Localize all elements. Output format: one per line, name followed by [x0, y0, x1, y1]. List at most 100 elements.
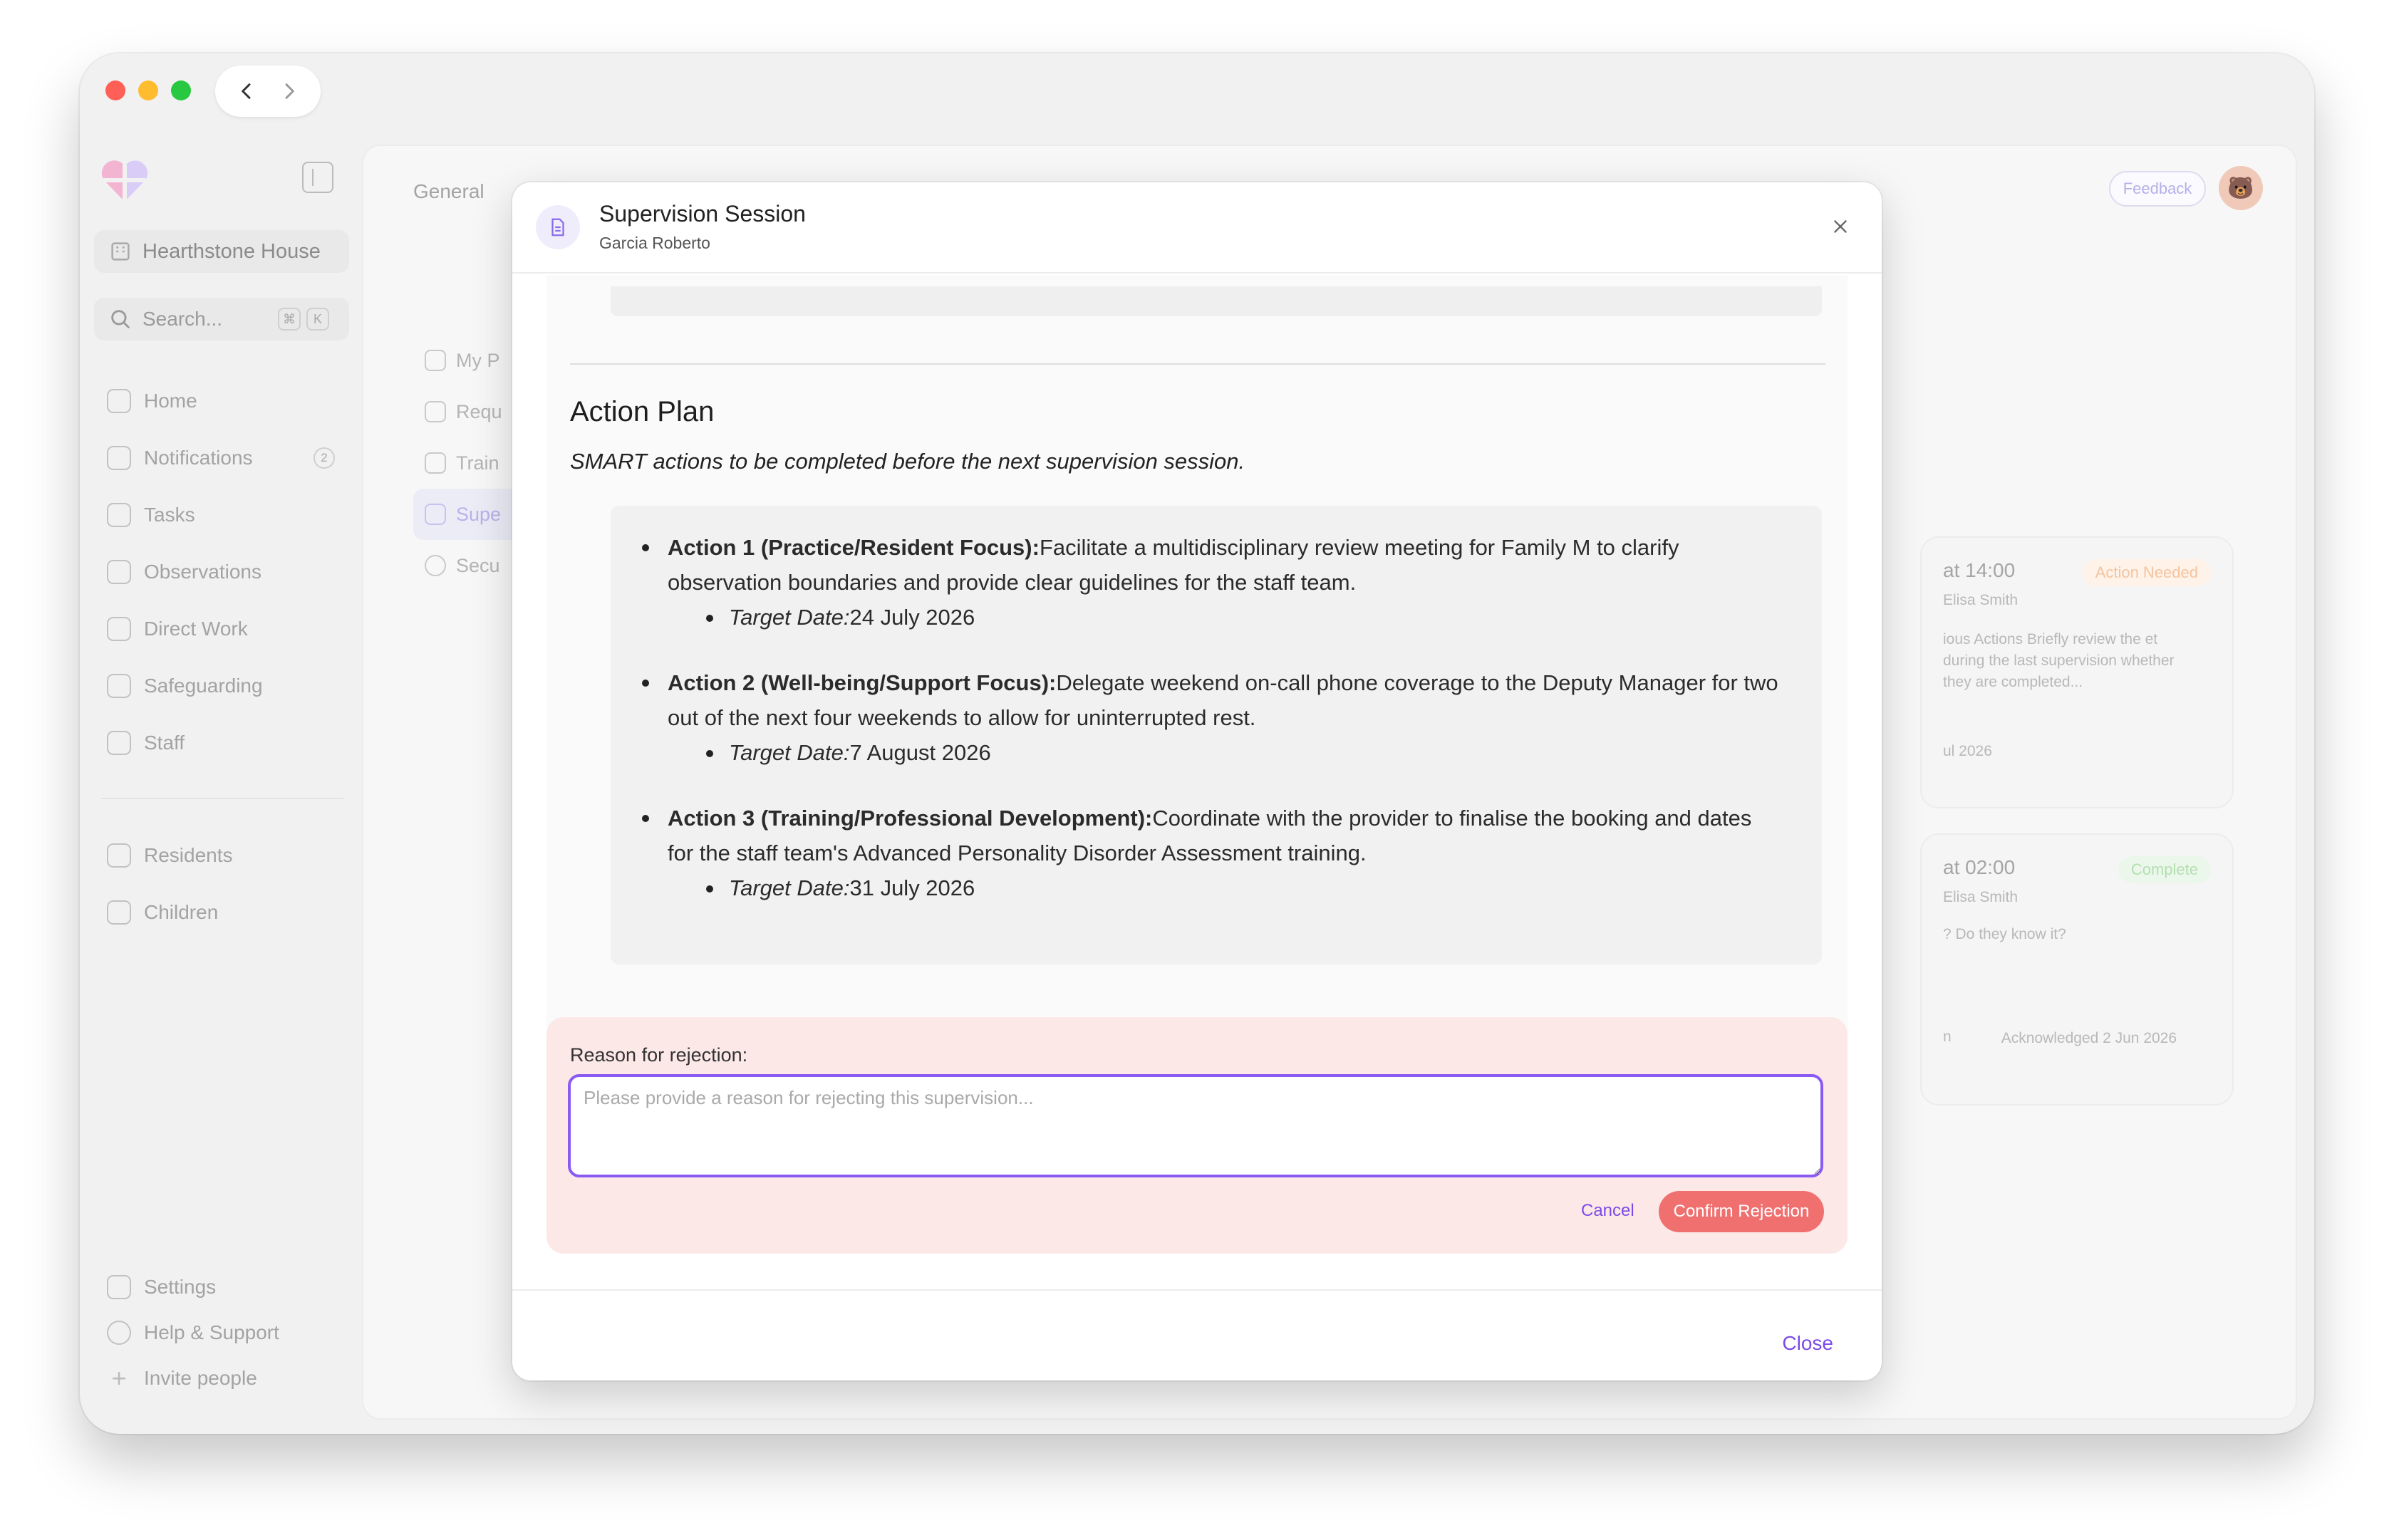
- kbd-k: K: [306, 308, 329, 331]
- close-button[interactable]: Close: [1782, 1332, 1833, 1355]
- home-icon: [107, 389, 131, 413]
- card-date: ul 2026: [1943, 743, 1992, 759]
- rejection-label: Reason for rejection:: [570, 1044, 748, 1066]
- target-value: 7 August 2026: [849, 740, 991, 765]
- sidebar-item-label: Direct Work: [144, 618, 248, 640]
- target-value: 24 July 2026: [849, 605, 975, 630]
- modal-subtitle: Garcia Roberto: [599, 234, 710, 252]
- section-title: Action Plan: [570, 396, 715, 427]
- sidebar-groups: Residents Children: [94, 827, 349, 941]
- section-divider: [570, 363, 1825, 365]
- notification-count-badge: 2: [314, 447, 335, 469]
- clipboard-icon: [425, 401, 446, 422]
- sidebar-item-label: Home: [144, 390, 197, 412]
- sidebar-item-safeguarding[interactable]: Safeguarding: [94, 657, 349, 714]
- sidebar-item-label: Help & Support: [144, 1321, 279, 1343]
- sidebar-item-label: Residents: [144, 844, 233, 866]
- acknowledged-text: Acknowledged 2 Jun 2026: [2001, 1030, 2177, 1046]
- target-label: Target Date:: [729, 875, 850, 900]
- house-name: Hearthstone House: [142, 239, 321, 263]
- supervision-modal: Supervision Session Garcia Roberto Actio…: [512, 182, 1882, 1380]
- sidebar-item-help[interactable]: Help & Support: [94, 1310, 349, 1356]
- rejection-panel: Reason for rejection: Cancel Confirm Rej…: [546, 1017, 1848, 1254]
- help-circle-icon: [107, 1321, 131, 1345]
- supervision-card[interactable]: at 14:00 Elisa Smith Action Needed ious …: [1920, 536, 2234, 808]
- sidebar-bottom: Settings Help & Support + Invite people: [94, 1264, 349, 1401]
- sidebar-item-label: Staff: [144, 732, 185, 754]
- gear-icon: [107, 1275, 131, 1299]
- target-date: Target Date:24 July 2026: [706, 600, 1779, 635]
- action-label: Action 2 (Well-being/Support Focus):: [668, 670, 1057, 695]
- modal-title: Supervision Session: [599, 201, 806, 227]
- sidebar-item-observations[interactable]: Observations: [94, 543, 349, 600]
- card-person: Elisa Smith: [1943, 889, 2019, 905]
- house-selector[interactable]: Hearthstone House: [94, 230, 349, 273]
- list-item: Action 1 (Practice/Resident Focus):Facil…: [642, 530, 1779, 635]
- sidebar-item-label: Observations: [144, 561, 261, 583]
- subnav-label: Train: [456, 452, 499, 474]
- graduation-cap-icon: [107, 617, 131, 641]
- status-badge: Action Needed: [2082, 559, 2211, 586]
- sidebar-item-label: Invite people: [144, 1367, 257, 1389]
- sidebar-item-settings[interactable]: Settings: [94, 1264, 349, 1310]
- sidebar-item-notifications[interactable]: Notifications 2: [94, 430, 349, 487]
- search-placeholder: Search...: [142, 308, 223, 330]
- list-item: Action 3 (Training/Professional Developm…: [642, 801, 1779, 906]
- plus-icon: +: [111, 1363, 127, 1393]
- supervision-card[interactable]: at 02:00 Elisa Smith Complete ? Do they …: [1920, 833, 2234, 1105]
- modal-footer-divider: [512, 1289, 1882, 1291]
- feedback-button[interactable]: Feedback: [2109, 171, 2206, 207]
- cancel-button[interactable]: Cancel: [1581, 1201, 1634, 1221]
- pencil-icon: [107, 503, 131, 527]
- building-icon: [111, 242, 130, 261]
- modal-header: Supervision Session Garcia Roberto: [512, 182, 1882, 274]
- sidebar-item-children[interactable]: Children: [94, 884, 349, 941]
- card-person: Elisa Smith: [1943, 592, 2019, 608]
- card-text: ? Do they know it?: [1943, 926, 2066, 942]
- section-subtitle: SMART actions to be completed before the…: [570, 449, 1245, 474]
- sidebar-item-label: Children: [144, 901, 219, 923]
- app-window: Hearthstone House Search... ⌘ K Home Not…: [80, 53, 2314, 1434]
- sidebar-divider: [101, 798, 343, 799]
- search-input[interactable]: Search... ⌘ K: [94, 298, 349, 340]
- kbd-command: ⌘: [278, 308, 301, 331]
- sidebar-item-label: Settings: [144, 1276, 217, 1298]
- tab-general[interactable]: General: [413, 180, 484, 203]
- user-icon: [425, 350, 446, 371]
- subnav-label: Supe: [456, 503, 502, 525]
- subnav-label: Secu: [456, 554, 500, 576]
- shield-icon: [107, 674, 131, 698]
- action-label: Action 3 (Training/Professional Developm…: [668, 806, 1153, 831]
- collapse-sidebar-button[interactable]: [302, 162, 333, 193]
- sidebar-item-tasks[interactable]: Tasks: [94, 487, 349, 543]
- users-icon: [425, 504, 446, 525]
- sidebar-item-label: Tasks: [144, 504, 195, 526]
- target-value: 31 July 2026: [849, 875, 975, 900]
- subnav-label: My P: [456, 349, 500, 371]
- confirm-rejection-button[interactable]: Confirm Rejection: [1659, 1191, 1824, 1232]
- eye-icon: [107, 560, 131, 584]
- target-date: Target Date:31 July 2026: [706, 870, 1779, 906]
- shield-check-icon: [425, 555, 446, 576]
- search-icon: [111, 310, 130, 328]
- document-icon: [536, 205, 580, 249]
- users-icon: [107, 731, 131, 755]
- subnav-label: Requ: [456, 400, 502, 422]
- users-icon: [107, 843, 131, 868]
- stroller-icon: [107, 900, 131, 925]
- sidebar-item-staff[interactable]: Staff: [94, 714, 349, 771]
- avatar[interactable]: 🐻: [2219, 166, 2263, 210]
- sidebar-item-residents[interactable]: Residents: [94, 827, 349, 884]
- status-badge: Complete: [2118, 856, 2211, 883]
- rejection-reason-input[interactable]: [568, 1074, 1823, 1177]
- target-date: Target Date:7 August 2026: [706, 735, 1779, 771]
- sidebar-item-direct-work[interactable]: Direct Work: [94, 600, 349, 657]
- close-icon[interactable]: [1826, 212, 1855, 241]
- target-label: Target Date:: [729, 740, 850, 765]
- sidebar-item-invite[interactable]: + Invite people: [94, 1356, 349, 1401]
- action-list: Action 1 (Practice/Resident Focus):Facil…: [611, 506, 1822, 964]
- sidebar-item-home[interactable]: Home: [94, 373, 349, 430]
- graduation-cap-icon: [425, 452, 446, 474]
- action-label: Action 1 (Practice/Resident Focus):: [668, 535, 1040, 560]
- previous-section-strip: [611, 286, 1822, 316]
